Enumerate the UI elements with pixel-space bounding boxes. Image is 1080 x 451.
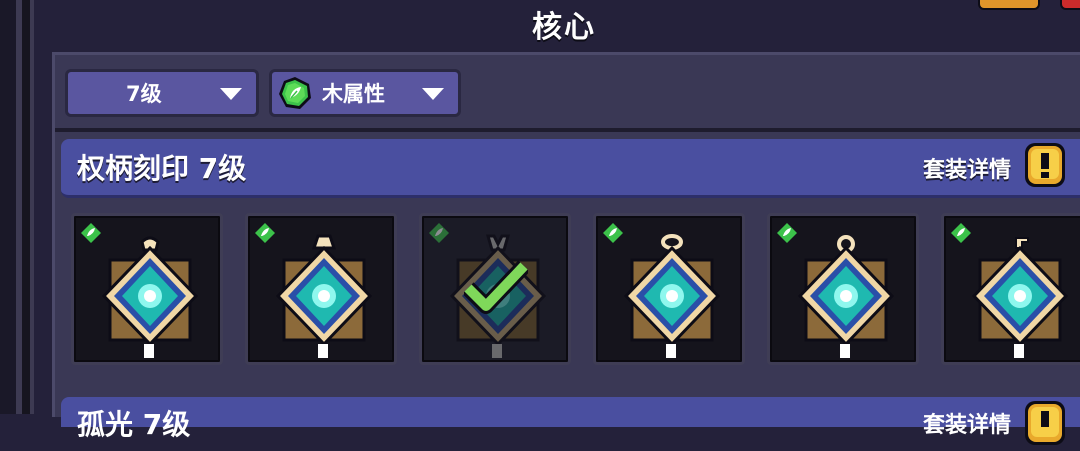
- seal-card-5[interactable]: [767, 213, 919, 365]
- level-filter-dropdown[interactable]: 7级: [65, 69, 259, 117]
- seal-emblem-icon: [797, 235, 895, 358]
- seal-card-3-equipped[interactable]: [419, 213, 571, 365]
- seal-card-4[interactable]: [593, 213, 745, 365]
- set-title: 权柄刻印 7级: [77, 152, 247, 185]
- seal-card-2[interactable]: [245, 213, 397, 365]
- next-set-header: 孤光 7级 套装详情: [61, 397, 1080, 445]
- equipped-check-icon: [464, 260, 528, 314]
- seal-emblem-icon: [275, 234, 373, 358]
- set-header: 权柄刻印 7级 套装详情: [61, 139, 1080, 198]
- next-set-details-button[interactable]: 套装详情: [923, 407, 1011, 439]
- seal-card-6[interactable]: [941, 213, 1080, 365]
- set-details-button[interactable]: 套装详情: [923, 152, 1011, 184]
- seal-card-row: [71, 213, 1080, 369]
- left-frame-rail: [0, 0, 48, 414]
- info-exclamation-icon[interactable]: [1021, 399, 1069, 447]
- wood-element-icon: [278, 76, 312, 110]
- seal-emblem-icon: [101, 236, 199, 358]
- seal-card-1[interactable]: [71, 213, 223, 365]
- info-exclamation-icon[interactable]: [1021, 141, 1069, 189]
- seal-emblem-icon: [971, 237, 1069, 358]
- dropdown-arrow-icon: [422, 88, 444, 100]
- level-filter-label: 7级: [126, 82, 162, 106]
- attribute-filter-label: 木属性: [322, 82, 385, 106]
- attribute-filter-dropdown[interactable]: 木属性: [269, 69, 461, 117]
- header: 核心: [48, 0, 1080, 52]
- dropdown-arrow-icon: [220, 88, 242, 100]
- section-divider: [55, 128, 1080, 132]
- next-set-title: 孤光 7级: [77, 408, 191, 441]
- red-corner-button[interactable]: [1060, 0, 1080, 10]
- orange-corner-button[interactable]: [978, 0, 1040, 10]
- core-panel: 7级 木属性 权柄刻印 7级 套装详情 孤光 7级 套装详情: [52, 52, 1080, 445]
- page-title: 核心: [532, 10, 596, 45]
- seal-emblem-icon: [623, 234, 721, 358]
